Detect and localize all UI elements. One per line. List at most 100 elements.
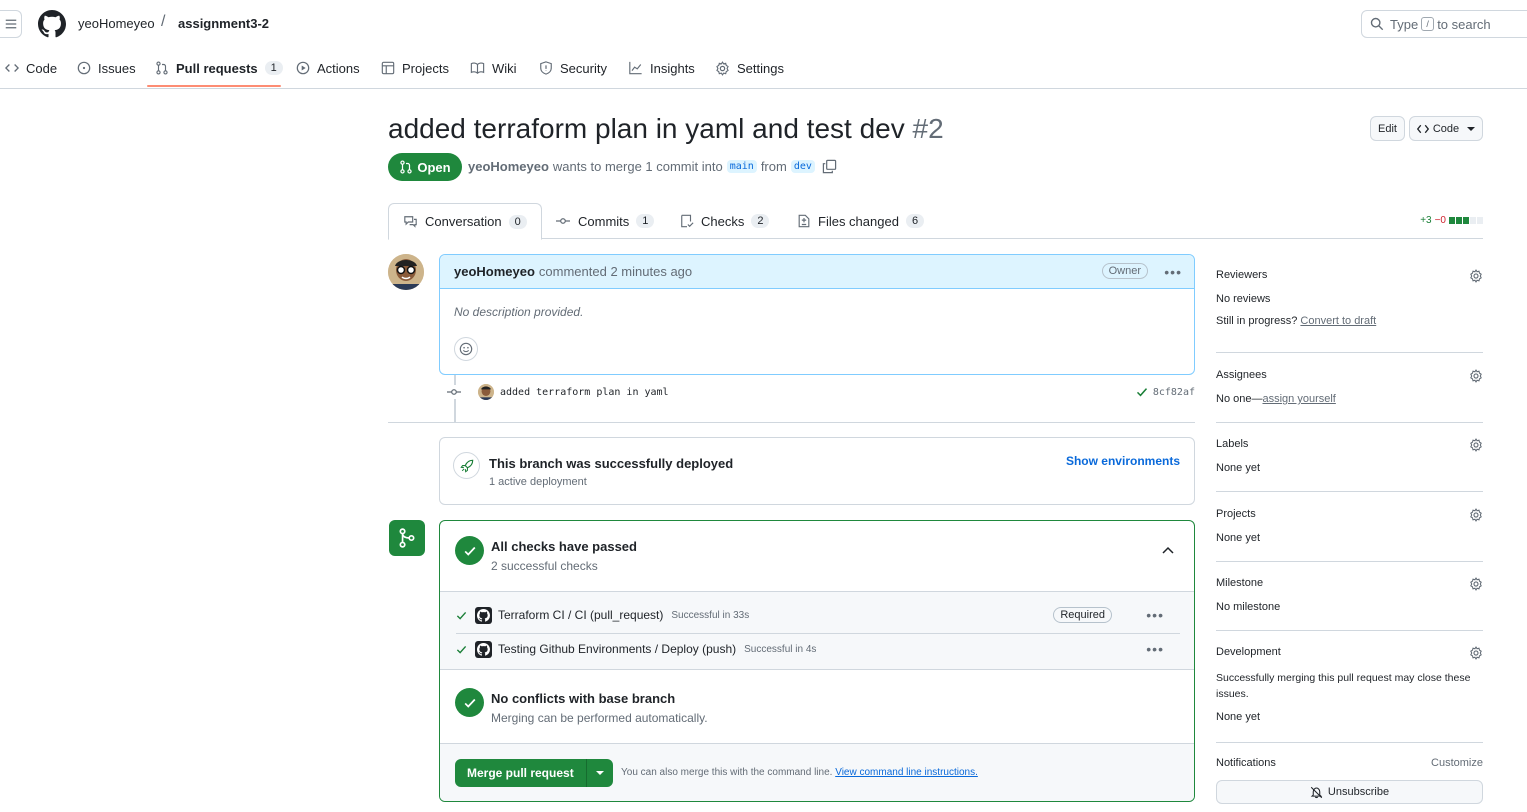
commit-sha-link[interactable]: 8cf82af <box>1153 387 1195 398</box>
convert-to-draft-link[interactable]: Convert to draft <box>1300 315 1376 327</box>
edit-title-button[interactable]: Edit <box>1370 116 1405 141</box>
merge-method-dropdown[interactable] <box>585 759 613 787</box>
commit-status: 8cf82af <box>1136 386 1195 398</box>
milestone-value: No milestone <box>1216 601 1281 613</box>
projects-value: None yet <box>1216 532 1261 544</box>
tab-insights[interactable]: Insights <box>628 48 695 88</box>
bell-slash-icon <box>1310 786 1323 798</box>
check-icon <box>1136 388 1147 397</box>
head-branch-label[interactable]: dev <box>790 160 815 173</box>
projects-heading: Projects <box>1216 508 1256 520</box>
tab-conversation[interactable]: Conversation 0 <box>388 203 542 240</box>
pr-author-link[interactable]: yeoHomeyeo <box>468 159 549 174</box>
diffstat-additions: +3 <box>1420 215 1432 226</box>
gear-icon[interactable] <box>1469 369 1483 383</box>
base-branch-label[interactable]: main <box>726 160 757 173</box>
tab-checks-label: Checks <box>701 213 745 229</box>
rocket-icon <box>453 452 480 479</box>
timeline-divider <box>388 422 1195 423</box>
breadcrumb-owner[interactable]: yeoHomeyeo <box>78 16 155 31</box>
tab-pull-requests-count: 1 <box>264 61 283 75</box>
labels-heading: Labels <box>1216 438 1249 450</box>
comment-action: commented <box>538 264 607 279</box>
tab-conversation-label: Conversation <box>425 214 502 229</box>
merge-divider <box>440 669 1194 670</box>
tab-checks[interactable]: Checks 2 <box>680 203 770 239</box>
tab-issues-label: Issues <box>98 60 136 76</box>
development-note: Successfully merging this pull request m… <box>1216 672 1471 700</box>
tab-security[interactable]: Security <box>539 48 607 88</box>
command-line-instructions-link[interactable]: View command line instructions. <box>835 767 978 778</box>
diffstat-deletions: −0 <box>1434 215 1446 226</box>
unsubscribe-label: Unsubscribe <box>1327 786 1390 798</box>
search-shortcut-key: / <box>1421 17 1435 31</box>
checks-subtitle: 2 successful checks <box>491 559 598 573</box>
comment-author-link[interactable]: yeoHomeyeo <box>454 264 535 279</box>
tab-pull-requests[interactable]: Pull requests 1 <box>155 48 283 88</box>
check-options-button[interactable]: ••• <box>1146 607 1164 623</box>
pr-title: added terraform plan in yaml and test de… <box>388 113 905 144</box>
pr-from-text: from <box>760 159 787 174</box>
sidebar-divider <box>1216 742 1483 743</box>
gear-icon[interactable] <box>1469 508 1483 522</box>
page-title: added terraform plan in yaml and test de… <box>388 113 944 145</box>
assign-yourself-link[interactable]: assign yourself <box>1262 393 1335 405</box>
copy-icon[interactable] <box>822 159 837 174</box>
customize-link[interactable]: Customize <box>1431 757 1483 769</box>
tab-commits[interactable]: Commits 1 <box>555 203 655 239</box>
commit-author-avatar[interactable] <box>478 384 494 400</box>
gear-icon[interactable] <box>1469 577 1483 591</box>
tab-files-changed[interactable]: Files changed 6 <box>797 203 925 239</box>
tab-code[interactable]: Code <box>5 48 57 88</box>
merge-pull-request-button[interactable]: Merge pull request <box>455 759 586 787</box>
add-reaction-button[interactable] <box>454 337 478 361</box>
tab-settings[interactable]: Settings <box>715 48 784 88</box>
tab-wiki[interactable]: Wiki <box>470 48 517 88</box>
merge-actions: Merge pull request You can also merge th… <box>440 743 1194 801</box>
gear-icon <box>716 60 729 76</box>
repo-nav: Code Issues Pull requests 1 Actions Proj… <box>0 48 1527 89</box>
check-status: Successful in 4s <box>744 643 817 655</box>
tab-projects-label: Projects <box>402 60 449 76</box>
code-dropdown-button[interactable]: Code <box>1409 116 1483 141</box>
show-environments-button[interactable]: Show environments <box>1066 454 1180 468</box>
tab-files-changed-label: Files changed <box>818 213 899 229</box>
hamburger-menu-button[interactable] <box>0 10 22 38</box>
check-name-link[interactable]: Testing Github Environments / Deploy (pu… <box>498 642 736 656</box>
check-options-button[interactable]: ••• <box>1146 641 1164 657</box>
comment-box: yeoHomeyeo commented 2 minutes ago Owner… <box>439 254 1195 375</box>
tab-issues[interactable]: Issues <box>77 48 136 88</box>
deployment-title: This branch was successfully deployed <box>489 456 734 471</box>
tab-code-label: Code <box>26 60 58 76</box>
github-logo-icon[interactable] <box>38 10 66 38</box>
merge-box: All checks have passed 2 successful chec… <box>439 520 1195 802</box>
search-icon <box>1370 17 1384 31</box>
unsubscribe-button[interactable]: Unsubscribe <box>1216 780 1483 804</box>
tab-actions[interactable]: Actions <box>296 48 360 88</box>
gear-icon[interactable] <box>1469 646 1483 660</box>
sidebar-development: Development Successfully merging this pu… <box>1216 646 1483 723</box>
comment-discussion-icon <box>404 215 417 228</box>
search-input[interactable]: Type / to search <box>1361 10 1527 38</box>
github-actions-icon <box>475 606 492 624</box>
edit-label: Edit <box>1378 122 1397 135</box>
comment-timestamp[interactable]: 2 minutes ago <box>610 264 692 279</box>
commit-message-link[interactable]: added terraform plan in yaml <box>500 387 669 398</box>
active-tab-indicator <box>147 85 281 87</box>
issue-icon <box>77 61 91 75</box>
check-name-link[interactable]: Terraform CI / CI (pull_request) <box>498 608 663 622</box>
pull-request-icon <box>400 160 413 174</box>
tab-projects[interactable]: Projects <box>381 48 449 88</box>
tab-checks-count: 2 <box>751 214 770 228</box>
comment-options-button[interactable]: ••• <box>1164 264 1182 280</box>
avatar[interactable] <box>388 254 424 290</box>
deployment-box: This branch was successfully deployed 1 … <box>439 437 1195 505</box>
checks-passed-icon <box>455 536 484 565</box>
breadcrumb-repo[interactable]: assignment3-2 <box>178 16 269 31</box>
reviewers-heading: Reviewers <box>1216 269 1268 281</box>
tab-insights-label: Insights <box>650 60 695 76</box>
gear-icon[interactable] <box>1469 269 1483 283</box>
sidebar-projects: Projects None yet <box>1216 508 1483 544</box>
gear-icon[interactable] <box>1469 438 1483 452</box>
chevron-up-icon[interactable] <box>1162 545 1174 555</box>
